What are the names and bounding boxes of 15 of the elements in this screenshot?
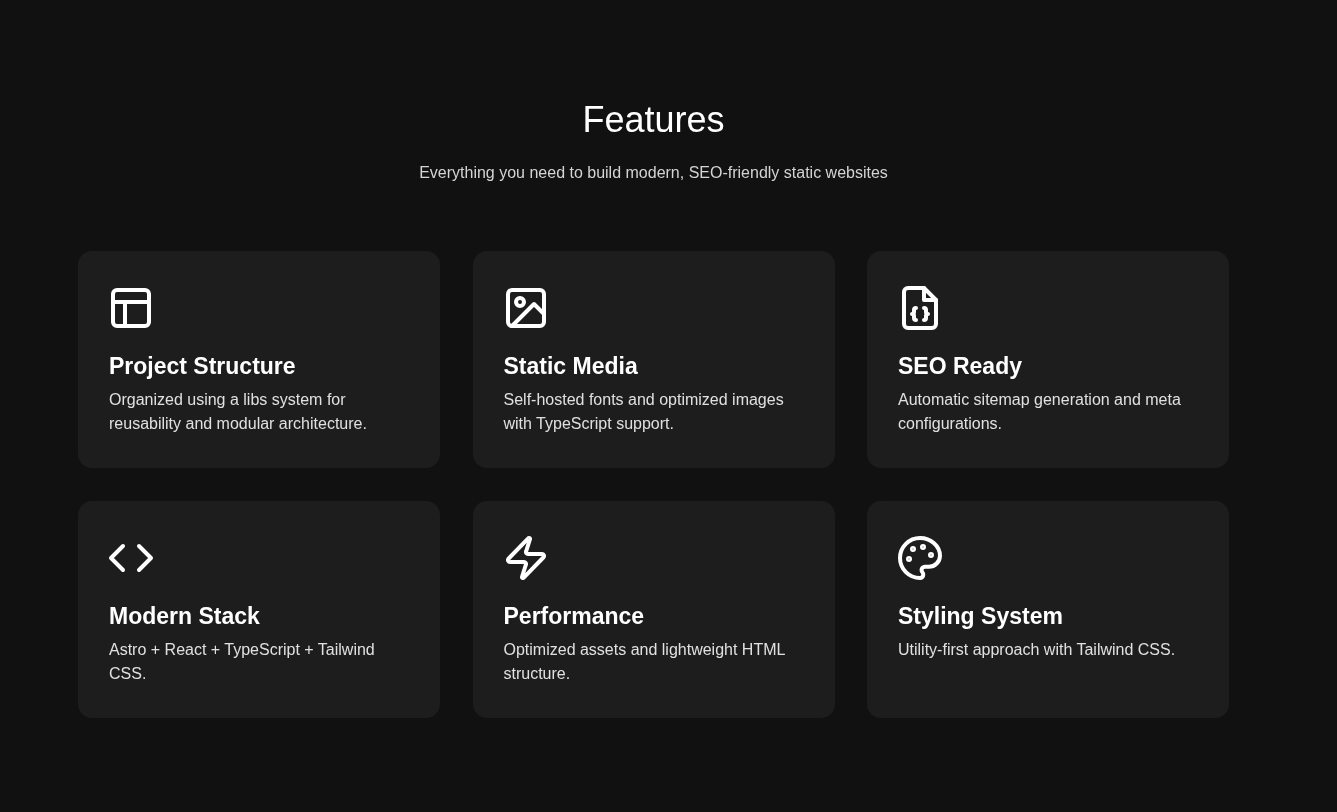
feature-title: Performance [503, 602, 646, 630]
feature-title: Styling System [898, 602, 1064, 630]
feature-description: Astro + React + TypeScript + Tailwind CSS. [109, 640, 376, 684]
feature-title: Modern Stack [109, 602, 261, 630]
feature-title: SEO Ready [898, 352, 1023, 380]
feature-description: Optimized assets and lightweight HTML structure. [503, 640, 786, 684]
feature-description: Automatic sitemap generation and meta configurations. [898, 390, 1182, 434]
feature-description: Utility-first approach with Tailwind CSS. [898, 640, 1177, 660]
feature-title: Project Structure [109, 352, 297, 380]
palette-icon [896, 534, 944, 582]
feature-title: Static Media [503, 352, 639, 380]
section-title: Features [581, 98, 726, 142]
section-subtitle: Everything you need to build modern, SEO-friendly static websites [418, 163, 889, 183]
feature-description: Organized using a libs system for reusability and modular architecture. [109, 390, 368, 434]
feature-description: Self-hosted fonts and optimized images with TypeScript support. [503, 390, 785, 434]
